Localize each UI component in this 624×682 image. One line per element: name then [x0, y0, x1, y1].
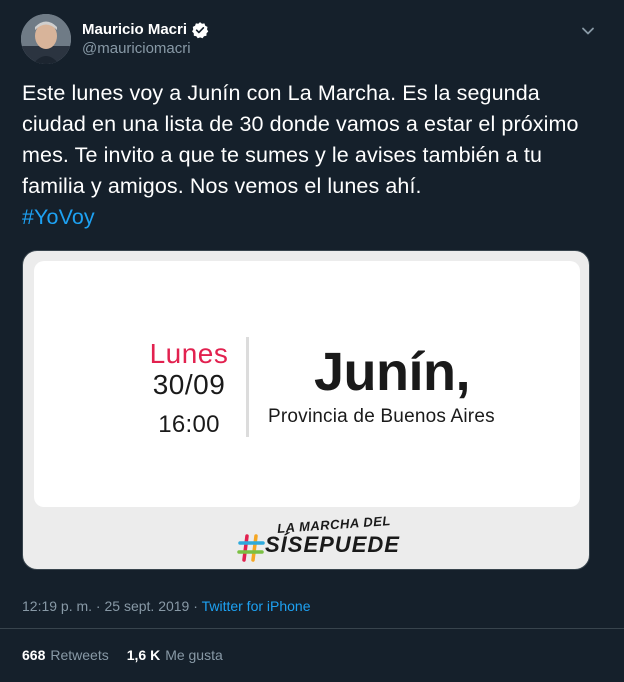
avatar-image [21, 14, 71, 64]
likes-count: 1,6 K [126, 647, 161, 663]
event-city: Junín, [314, 342, 471, 402]
retweets-count: 668 [22, 647, 46, 663]
tweet-body: Este lunes voy a Junín con La Marcha. Es… [22, 81, 579, 198]
event-card: Lunes 30/09 16:00 Junín, Provincia de Bu… [34, 261, 580, 507]
event-date-block: Lunes 30/09 16:00 [124, 339, 254, 439]
event-divider [246, 337, 249, 437]
tweet-time[interactable]: 12:19 p. m. [22, 598, 92, 614]
tweet-date[interactable]: 25 sept. 2019 [105, 598, 190, 614]
tweet-stats: 668 Retweets 1,6 K Me gusta [22, 646, 223, 664]
event-date: 30/09 [152, 369, 226, 400]
meta-separator: · [92, 598, 105, 614]
author-handle[interactable]: @mauriciomacri [82, 40, 191, 58]
likes-stat[interactable]: 1,6 K Me gusta [127, 646, 223, 664]
likes-label: Me gusta [165, 647, 223, 663]
hashtag-logo-icon [237, 534, 267, 562]
hashtag-link[interactable]: #YoVoy [22, 205, 95, 229]
event-province: Provincia de Buenos Aires [268, 406, 495, 427]
meta-separator-2: · [189, 598, 202, 614]
avatar[interactable] [21, 14, 71, 64]
tweet-media-image[interactable]: Lunes 30/09 16:00 Junín, Provincia de Bu… [22, 250, 590, 570]
tweet-meta: 12:19 p. m. · 25 sept. 2019 · Twitter fo… [22, 597, 311, 615]
verified-badge-icon [191, 21, 209, 39]
chevron-down-icon[interactable] [580, 23, 596, 39]
tweet-source-link[interactable]: Twitter for iPhone [202, 598, 311, 614]
author-name-text: Mauricio Macri [82, 21, 188, 38]
event-time: 16:00 [158, 411, 220, 438]
author-name[interactable]: Mauricio Macri [82, 21, 209, 39]
retweets-stat[interactable]: 668 Retweets [22, 646, 109, 664]
tweet-text: Este lunes voy a Junín con La Marcha. Es… [22, 78, 607, 233]
event-day: Lunes [149, 338, 229, 369]
tweet-card: Mauricio Macri @mauriciomacri Este lunes… [0, 0, 624, 682]
retweets-label: Retweets [50, 647, 109, 663]
divider [0, 628, 624, 629]
brand-name: SÍSEPUEDE [265, 532, 400, 557]
